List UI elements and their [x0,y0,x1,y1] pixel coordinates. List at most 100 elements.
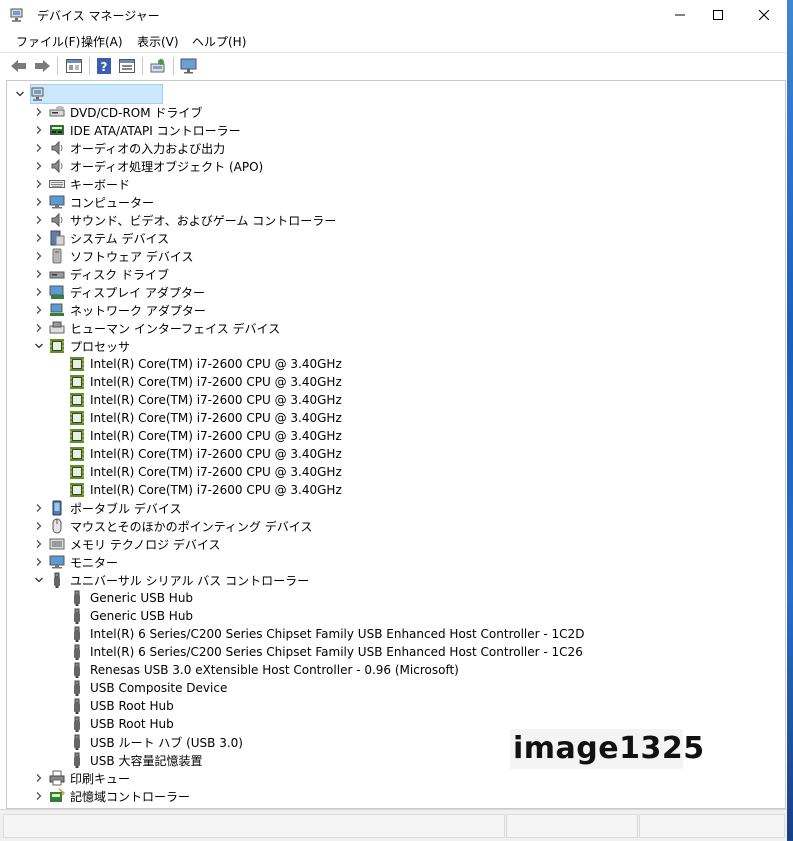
tree-category-2[interactable]: オーディオの入力および出力 [36,139,226,157]
tree-device-label: Intel(R) 6 Series/C200 Series Chipset Fa… [90,627,585,641]
chevron-right-icon[interactable] [34,269,44,279]
tree-category-4[interactable]: キーボード [36,175,131,193]
tree-device-item[interactable]: USB Root Hub [69,715,174,733]
tree-device-item[interactable]: Intel(R) Core(TM) i7-2600 CPU @ 3.40GHz [69,355,342,373]
tree-category-17[interactable]: モニター [36,553,118,571]
action-view-button[interactable] [118,57,136,75]
chevron-right-icon[interactable] [34,233,44,243]
chevron-right-icon[interactable] [34,773,44,783]
minimize-icon [675,14,685,16]
chevron-down-icon[interactable] [15,89,25,99]
tree-category-20[interactable]: 記憶域コントローラー [36,787,190,805]
tree-device-label: USB 大容量記憶装置 [90,753,203,768]
menu-help[interactable]: ヘルプ(H) [192,33,246,50]
monitor-button[interactable] [180,57,198,75]
tree-category-1[interactable]: IDE ATA/ATAPI コントローラー [36,121,241,139]
chevron-right-icon[interactable] [34,323,44,333]
tree-device-item[interactable]: USB 大容量記憶装置 [69,751,202,769]
maximize-button[interactable] [695,0,741,30]
tree-category-8[interactable]: ソフトウェア デバイス [36,247,194,265]
tree-device-item[interactable]: Intel(R) 6 Series/C200 Series Chipset Fa… [69,643,583,661]
tree-category-18[interactable]: ユニバーサル シリアル バス コントローラー [35,571,309,589]
tree-device-item[interactable]: USB ルート ハブ (USB 3.0) [69,733,243,751]
tree-root-computer[interactable] [16,84,163,104]
tree-device-item[interactable]: Intel(R) Core(TM) i7-2600 CPU @ 3.40GHz [69,445,342,463]
chevron-right-icon[interactable] [34,503,44,513]
help-button[interactable]: ? [95,57,113,75]
tree-category-7[interactable]: システム デバイス [36,229,169,247]
tree-device-item[interactable]: USB Root Hub [69,697,174,715]
tree-category-11[interactable]: ネットワーク アダプター [36,301,206,319]
tree-category-label: オーディオ処理オブジェクト (APO) [70,159,264,174]
tree-device-item[interactable]: Intel(R) Core(TM) i7-2600 CPU @ 3.40GHz [69,481,342,499]
tree-category-5[interactable]: コンピューター [36,193,154,211]
device-manager-icon [10,8,23,22]
chevron-right-icon[interactable] [34,251,44,261]
menu-action[interactable]: 操作(A) [81,33,123,50]
toolbar-separator [142,57,143,75]
chevron-right-icon[interactable] [34,161,44,171]
tree-category-12[interactable]: ヒューマン インターフェイス デバイス [36,319,280,337]
tree-device-item[interactable]: Intel(R) Core(TM) i7-2600 CPU @ 3.40GHz [69,463,342,481]
menu-bar: ファイル(F) 操作(A) 表示(V) ヘルプ(H) [0,30,787,51]
tree-category-10[interactable]: ディスプレイ アダプター [36,283,205,301]
tree-category-15[interactable]: マウスとそのほかのポインティング デバイス [36,517,312,535]
chevron-right-icon[interactable] [34,179,44,189]
usb-icon [69,716,85,732]
tree-category-16[interactable]: メモリ テクノロジ デバイス [36,535,221,553]
tree-category-label: プロセッサ [70,339,131,354]
chevron-right-icon[interactable] [34,521,44,531]
chevron-right-icon[interactable] [34,215,44,225]
menu-file[interactable]: ファイル(F) [16,33,80,50]
tree-category-9[interactable]: ディスク ドライブ [36,265,169,283]
tree-device-item[interactable]: Intel(R) Core(TM) i7-2600 CPU @ 3.40GHz [69,409,342,427]
tree-device-item[interactable]: Intel(R) Core(TM) i7-2600 CPU @ 3.40GHz [69,427,342,445]
status-bar-pane [506,814,638,838]
software-device-icon [49,248,65,264]
tree-category-label: ソフトウェア デバイス [70,249,194,264]
action-view-icon [119,59,135,73]
chevron-right-icon[interactable] [34,197,44,207]
tree-device-item[interactable]: Renesas USB 3.0 eXtensible Host Controll… [69,661,459,679]
back-button[interactable] [10,57,28,75]
tree-device-item[interactable]: Intel(R) 6 Series/C200 Series Chipset Fa… [69,625,584,643]
properties-view-button[interactable] [65,57,83,75]
usb-icon [69,590,85,606]
tree-device-item[interactable]: Generic USB Hub [69,607,193,625]
chevron-right-icon[interactable] [34,305,44,315]
disk-drive-icon [49,266,65,282]
chevron-right-icon[interactable] [34,143,44,153]
tree-category-19[interactable]: 印刷キュー [36,769,130,787]
tree-category-14[interactable]: ポータブル デバイス [36,499,181,517]
chevron-down-icon[interactable] [34,341,44,351]
chevron-right-icon[interactable] [34,557,44,567]
menu-view[interactable]: 表示(V) [137,33,179,50]
chevron-right-icon[interactable] [34,125,44,135]
processor-icon [69,410,85,426]
computer-root-icon [31,86,47,102]
title-bar[interactable]: デバイス マネージャー [0,0,787,30]
speaker-icon [49,158,65,174]
tree-device-item[interactable]: Intel(R) Core(TM) i7-2600 CPU @ 3.40GHz [69,391,342,409]
close-button[interactable] [741,0,787,30]
printer-icon [49,770,65,786]
forward-button[interactable] [33,57,51,75]
tree-category-6[interactable]: サウンド、ビデオ、およびゲーム コントローラー [36,211,336,229]
device-tree[interactable]: DVD/CD-ROM ドライブ IDE ATA/ATAPI コントローラーオーディ… [6,80,786,809]
tree-category-label: オーディオの入力および出力 [70,141,226,156]
tree-device-item[interactable]: Intel(R) Core(TM) i7-2600 CPU @ 3.40GHz [69,373,342,391]
tree-category-13[interactable]: プロセッサ [35,337,131,355]
tree-category-0[interactable]: DVD/CD-ROM ドライブ [36,103,202,121]
tree-category-3[interactable]: オーディオ処理オブジェクト (APO) [36,157,264,175]
chevron-right-icon[interactable] [34,107,44,117]
tree-device-item[interactable]: Generic USB Hub [69,589,193,607]
chevron-right-icon[interactable] [34,287,44,297]
tree-category-label: キーボード [70,177,131,192]
network-adapter-icon [49,302,65,318]
chevron-down-icon[interactable] [34,575,44,585]
chevron-right-icon[interactable] [34,539,44,549]
tree-device-label: Intel(R) Core(TM) i7-2600 CPU @ 3.40GHz [90,393,342,407]
chevron-right-icon[interactable] [34,791,44,801]
scan-hardware-button[interactable] [149,57,167,75]
tree-device-item[interactable]: USB Composite Device [69,679,227,697]
